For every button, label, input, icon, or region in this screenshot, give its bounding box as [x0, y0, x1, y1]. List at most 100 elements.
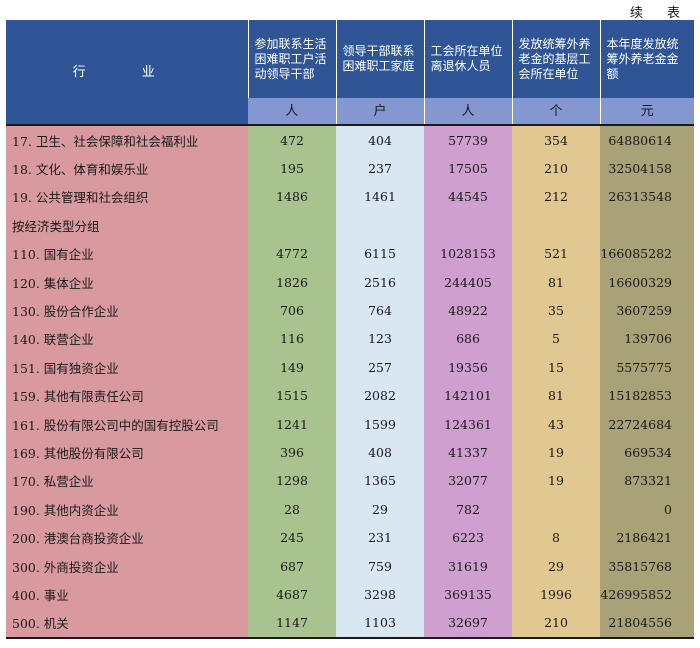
value-cell-col-5: 32504158	[600, 154, 694, 183]
table-row: 17. 卫生、社会保障和社会福利业 472 404 57739 354 64880614	[6, 123, 694, 155]
value-cell-col-1: 4687	[248, 580, 336, 609]
header-col-5: 本年度发放统筹外养老金金额	[599, 20, 694, 98]
value-cell-col-3: 6223	[424, 523, 512, 552]
table-row: 按经济类型分组	[6, 211, 694, 240]
continued-label: 续 表	[629, 6, 690, 21]
value-cell-col-3: 17505	[424, 154, 512, 183]
value-cell-col-5: 426995852	[600, 580, 694, 609]
value-cell-col-2: 2516	[336, 267, 424, 297]
table-row: 110. 国有企业 4772 6115 1028153 521 166085282	[6, 239, 694, 268]
value-cell-col-3: 19356	[424, 353, 512, 382]
value-cell-col-1: 4772	[248, 239, 336, 268]
value-cell-col-2: 231	[336, 523, 424, 552]
value-cell-col-1: 706	[248, 296, 336, 325]
unit-col-3: 人	[423, 98, 512, 125]
table-row: 161. 股份有限公司中的国有控股公司 1241 1599 124361 43 22724…	[6, 409, 694, 439]
industry-cell: 300. 外商投资企业	[6, 551, 248, 581]
value-cell-col-4	[512, 495, 600, 524]
value-cell-col-1: 1515	[248, 381, 336, 410]
value-cell-col-5: 166085282	[600, 239, 694, 268]
value-cell-col-1: 1241	[248, 409, 336, 439]
value-cell-col-3: 32077	[424, 466, 512, 496]
industry-cell: 500. 机关	[6, 608, 248, 640]
value-cell-col-2: 123	[336, 324, 424, 354]
value-cell-col-4: 43	[512, 409, 600, 439]
unit-col-1: 人	[248, 98, 336, 125]
unit-col-2: 户	[335, 98, 424, 125]
industry-cell: 140. 联营企业	[6, 324, 248, 354]
value-cell-col-2: 408	[336, 438, 424, 467]
value-cell-col-3: 142101	[424, 381, 512, 410]
table-row: 170. 私营企业 1298 1365 32077 19 873321	[6, 466, 694, 496]
value-cell-col-1: 396	[248, 438, 336, 467]
value-cell-col-4: 1996	[512, 580, 600, 609]
statistics-table: 行 业 参加联系生活困难职工户活动领导干部 领导干部联系困难职工家庭 工会所在单…	[6, 20, 694, 640]
value-cell-col-1: 472	[248, 123, 336, 155]
value-cell-col-3	[424, 211, 512, 240]
value-cell-col-3: 244405	[424, 267, 512, 297]
header-col-4: 发放统筹外养老金的基层工会所在单位	[511, 20, 600, 98]
unit-col-4: 个	[511, 98, 600, 125]
value-cell-col-1: 1298	[248, 466, 336, 496]
industry-cell: 200. 港澳台商投资企业	[6, 523, 248, 552]
value-cell-col-5: 0	[600, 495, 694, 524]
value-cell-col-4: 19	[512, 466, 600, 496]
value-cell-col-2: 1599	[336, 409, 424, 439]
value-cell-col-2: 764	[336, 296, 424, 325]
unit-col-5: 元	[599, 98, 694, 125]
industry-cell: 17. 卫生、社会保障和社会福利业	[6, 123, 248, 155]
value-cell-col-5: 2186421	[600, 523, 694, 552]
value-cell-col-5: 26313548	[600, 182, 694, 212]
table-row: 169. 其他股份有限公司 396 408 41337 19 669534	[6, 438, 694, 467]
header-col-3: 工会所在单位离退休人员	[423, 20, 512, 98]
value-cell-col-5: 16600329	[600, 267, 694, 297]
value-cell-col-5: 3607259	[600, 296, 694, 325]
table-row: 130. 股份合作企业 706 764 48922 35 3607259	[6, 296, 694, 325]
industry-cell: 190. 其他内资企业	[6, 495, 248, 524]
table-row: 120. 集体企业 1826 2516 244405 81 16600329	[6, 267, 694, 297]
value-cell-col-2: 257	[336, 353, 424, 382]
value-cell-col-2	[336, 211, 424, 240]
value-cell-col-1: 28	[248, 495, 336, 524]
value-cell-col-5: 35815768	[600, 551, 694, 581]
header-col-2: 领导干部联系困难职工家庭	[335, 20, 424, 98]
industry-cell: 161. 股份有限公司中的国有控股公司	[6, 409, 248, 439]
header-col-1: 参加联系生活困难职工户活动领导干部	[247, 20, 336, 98]
value-cell-col-3: 1028153	[424, 239, 512, 268]
value-cell-col-5: 139706	[600, 324, 694, 354]
table-row: 200. 港澳台商投资企业 245 231 6223 8 2186421	[6, 523, 694, 552]
table-row: 159. 其他有限责任公司 1515 2082 142101 81 15182853	[6, 381, 694, 410]
table-body: 17. 卫生、社会保障和社会福利业 472 404 57739 354 64880614 1…	[6, 123, 694, 640]
value-cell-col-4: 29	[512, 551, 600, 581]
value-cell-col-1: 245	[248, 523, 336, 552]
value-cell-col-4: 354	[512, 123, 600, 155]
value-cell-col-3: 48922	[424, 296, 512, 325]
value-cell-col-1: 149	[248, 353, 336, 382]
header-industry: 行 业	[6, 20, 248, 125]
value-cell-col-3: 44545	[424, 182, 512, 212]
table-row: 190. 其他内资企业 28 29 782 0	[6, 495, 694, 524]
value-cell-col-2: 1461	[336, 182, 424, 212]
value-cell-col-5: 669534	[600, 438, 694, 467]
value-cell-col-3: 686	[424, 324, 512, 354]
industry-cell: 110. 国有企业	[6, 239, 248, 268]
industry-cell: 170. 私营企业	[6, 466, 248, 496]
value-cell-col-3: 32697	[424, 608, 512, 640]
value-cell-col-4: 35	[512, 296, 600, 325]
industry-cell: 120. 集体企业	[6, 267, 248, 297]
header-row: 行 业 参加联系生活困难职工户活动领导干部 领导干部联系困难职工家庭 工会所在单…	[6, 20, 694, 125]
industry-cell: 151. 国有独资企业	[6, 353, 248, 382]
value-cell-col-2: 6115	[336, 239, 424, 268]
value-cell-col-4: 212	[512, 182, 600, 212]
table-row: 19. 公共管理和社会组织 1486 1461 44545 212 26313548	[6, 182, 694, 212]
value-cell-col-3: 57739	[424, 123, 512, 155]
industry-cell: 130. 股份合作企业	[6, 296, 248, 325]
table-row: 140. 联营企业 116 123 686 5 139706	[6, 324, 694, 354]
value-cell-col-4: 210	[512, 608, 600, 640]
value-cell-col-2: 237	[336, 154, 424, 183]
value-cell-col-3: 31619	[424, 551, 512, 581]
value-cell-col-5: 64880614	[600, 123, 694, 155]
value-cell-col-2: 29	[336, 495, 424, 524]
value-cell-col-3: 41337	[424, 438, 512, 467]
industry-cell: 159. 其他有限责任公司	[6, 381, 248, 410]
